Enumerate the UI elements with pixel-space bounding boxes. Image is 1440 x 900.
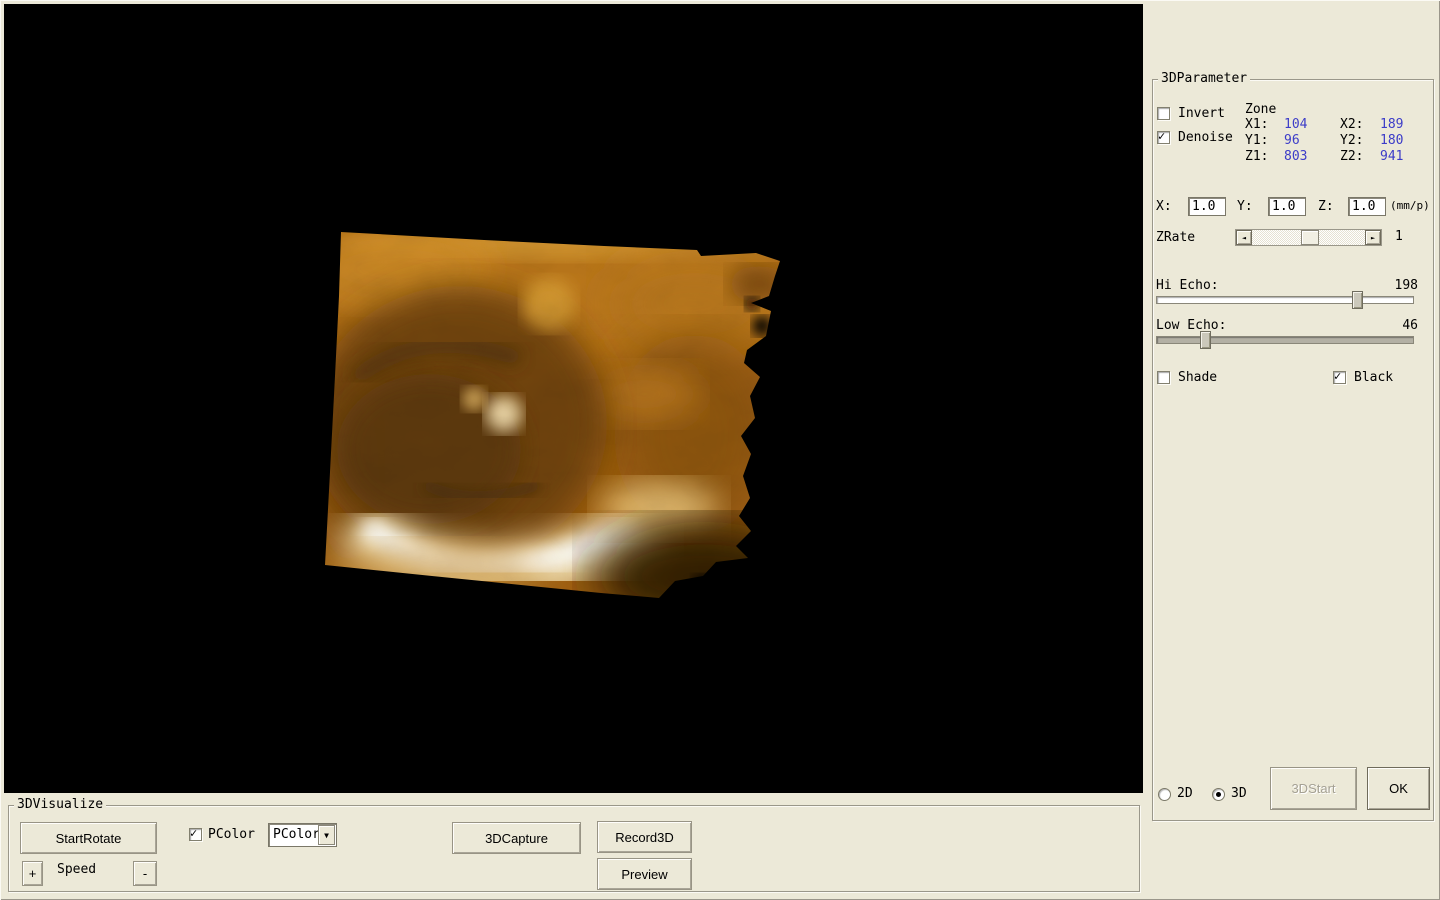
speed-label: Speed [57, 862, 97, 877]
low-echo-slider[interactable] [1156, 336, 1414, 344]
zone-z2-value: 941 [1380, 149, 1404, 164]
zone-z1-label: Z1: [1245, 149, 1269, 164]
check-icon: ✓ [1158, 129, 1166, 143]
invert-label: Invert [1178, 106, 1225, 121]
y-scale-label: Y: [1237, 199, 1253, 214]
render-3d-volume [325, 232, 780, 598]
y-scale-input[interactable] [1268, 197, 1306, 216]
pcolor-dropdown-value: PColor [273, 827, 320, 842]
check-icon: ✓ [190, 826, 198, 840]
zrate-scroll-left-arrow-icon[interactable]: ◄ [1236, 230, 1252, 245]
shade-label: Shade [1178, 370, 1218, 385]
mode-2d-radio[interactable] [1158, 788, 1171, 801]
low-echo-label: Low Echo: [1156, 318, 1227, 333]
zrate-scrollbar[interactable]: ◄ ► [1235, 229, 1382, 246]
speed-minus-button[interactable]: - [133, 861, 157, 886]
start-rotate-button[interactable]: StartRotate [20, 822, 157, 854]
zone-title: Zone [1245, 102, 1277, 117]
chevron-down-icon[interactable]: ▼ [318, 825, 335, 845]
zone-z2-label: Z2: [1340, 149, 1364, 164]
preview-button[interactable]: Preview [597, 858, 692, 890]
zrate-scroll-thumb[interactable] [1301, 230, 1319, 245]
pcolor-checkbox[interactable]: ✓ [189, 826, 202, 841]
x-scale-label: X: [1156, 199, 1172, 214]
invert-checkbox[interactable] [1157, 107, 1170, 120]
low-echo-value: 46 [1402, 318, 1418, 333]
pcolor-label: PColor [208, 827, 255, 842]
z-scale-label: Z: [1318, 199, 1334, 214]
z-scale-input[interactable] [1348, 197, 1386, 216]
pcolor-dropdown[interactable]: PColor ▼ [268, 823, 337, 847]
app-window: 3DParameter Invert ✓ Denoise Zone X1: 10… [0, 0, 1440, 900]
black-checkbox[interactable]: ✓ [1333, 369, 1346, 384]
zrate-label: ZRate [1156, 230, 1196, 245]
3dstart-button[interactable]: 3DStart [1270, 767, 1357, 810]
hi-echo-slider-thumb[interactable] [1352, 291, 1363, 309]
record3d-button[interactable]: Record3D [597, 821, 692, 853]
black-label: Black [1354, 370, 1394, 385]
zone-x1-label: X1: [1245, 117, 1269, 132]
x-scale-input[interactable] [1188, 197, 1226, 216]
hi-echo-slider[interactable] [1156, 296, 1414, 304]
scale-unit-label: (mm/p) [1390, 199, 1430, 212]
zone-z1-value: 803 [1284, 149, 1308, 164]
shade-checkbox[interactable] [1157, 371, 1170, 384]
zone-y2-value: 180 [1380, 133, 1404, 148]
zone-x1-value: 104 [1284, 117, 1308, 132]
parameter-groupbox: 3DParameter [1152, 71, 1434, 821]
hi-echo-label: Hi Echo: [1156, 278, 1219, 293]
zone-y1-label: Y1: [1245, 133, 1269, 148]
zone-x2-value: 189 [1380, 117, 1404, 132]
mode-3d-label: 3D [1231, 786, 1247, 801]
zone-x2-label: X2: [1340, 117, 1364, 132]
ok-button[interactable]: OK [1367, 767, 1430, 810]
visualize-group-title: 3DVisualize [14, 797, 107, 812]
speed-plus-button[interactable]: + [22, 861, 43, 886]
denoise-checkbox[interactable]: ✓ [1157, 129, 1170, 144]
3dcapture-button[interactable]: 3DCapture [452, 822, 581, 854]
zrate-value: 1 [1395, 229, 1403, 244]
zone-y2-label: Y2: [1340, 133, 1364, 148]
mode-2d-label: 2D [1177, 786, 1193, 801]
zone-y1-value: 96 [1284, 133, 1300, 148]
denoise-label: Denoise [1178, 130, 1233, 145]
hi-echo-value: 198 [1394, 278, 1418, 293]
zrate-scroll-right-arrow-icon[interactable]: ► [1365, 230, 1381, 245]
render-viewport[interactable] [4, 4, 1143, 793]
mode-3d-radio[interactable] [1212, 788, 1225, 801]
low-echo-slider-thumb[interactable] [1200, 331, 1211, 349]
check-icon: ✓ [1334, 369, 1342, 383]
parameter-group-title: 3DParameter [1158, 71, 1251, 86]
